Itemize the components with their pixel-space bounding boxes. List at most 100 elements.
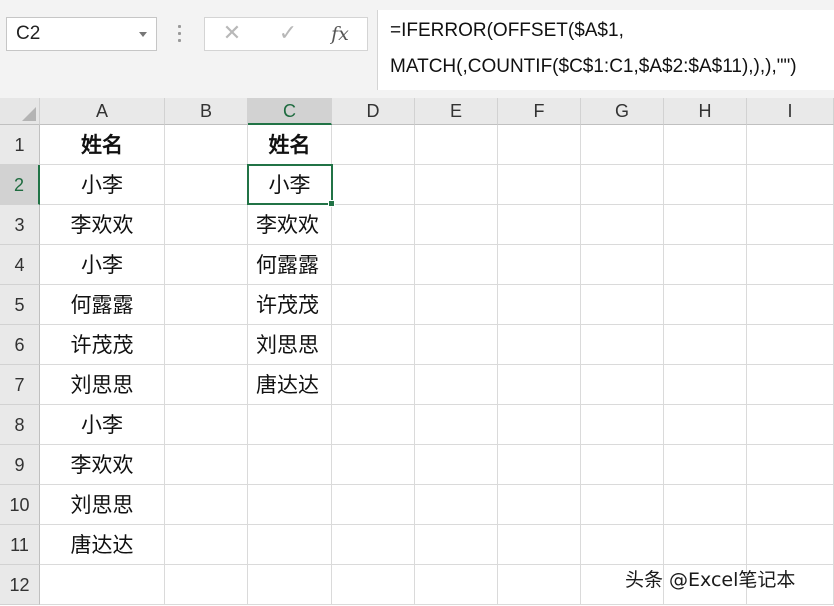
- cell-h11[interactable]: [664, 525, 747, 565]
- cell-c3[interactable]: 李欢欢: [248, 205, 332, 245]
- cell-i3[interactable]: [747, 205, 834, 245]
- cell-d4[interactable]: [332, 245, 415, 285]
- row-header-3[interactable]: 3: [0, 205, 40, 245]
- column-header-c[interactable]: C: [248, 98, 332, 125]
- cell-h8[interactable]: [664, 405, 747, 445]
- cell-a4[interactable]: 小李: [40, 245, 165, 285]
- cell-e11[interactable]: [415, 525, 498, 565]
- cell-e12[interactable]: [415, 565, 498, 605]
- cell-a6[interactable]: 许茂茂: [40, 325, 165, 365]
- column-header-a[interactable]: A: [40, 98, 165, 125]
- row-header-12[interactable]: 12: [0, 565, 40, 605]
- cell-g7[interactable]: [581, 365, 664, 405]
- cell-h7[interactable]: [664, 365, 747, 405]
- formula-input[interactable]: =IFERROR(OFFSET($A$1, MATCH(,COUNTIF($C$1…: [377, 10, 834, 90]
- cell-b3[interactable]: [165, 205, 248, 245]
- drag-handle-icon[interactable]: [178, 25, 182, 43]
- cell-h3[interactable]: [664, 205, 747, 245]
- cell-c11[interactable]: [248, 525, 332, 565]
- cell-b10[interactable]: [165, 485, 248, 525]
- cell-i9[interactable]: [747, 445, 834, 485]
- cell-a11[interactable]: 唐达达: [40, 525, 165, 565]
- cell-d6[interactable]: [332, 325, 415, 365]
- cell-b1[interactable]: [165, 125, 248, 165]
- cell-d5[interactable]: [332, 285, 415, 325]
- row-header-5[interactable]: 5: [0, 285, 40, 325]
- cell-i7[interactable]: [747, 365, 834, 405]
- column-header-e[interactable]: E: [415, 98, 498, 125]
- cell-g5[interactable]: [581, 285, 664, 325]
- column-header-d[interactable]: D: [332, 98, 415, 125]
- enter-icon[interactable]: ✓: [275, 18, 301, 50]
- row-header-9[interactable]: 9: [0, 445, 40, 485]
- cell-c1[interactable]: 姓名: [248, 125, 332, 165]
- cell-a12[interactable]: [40, 565, 165, 605]
- cell-c12[interactable]: [248, 565, 332, 605]
- cell-a1[interactable]: 姓名: [40, 125, 165, 165]
- cell-c5[interactable]: 许茂茂: [248, 285, 332, 325]
- cell-h1[interactable]: [664, 125, 747, 165]
- cell-g8[interactable]: [581, 405, 664, 445]
- cell-d3[interactable]: [332, 205, 415, 245]
- cell-i1[interactable]: [747, 125, 834, 165]
- cell-g3[interactable]: [581, 205, 664, 245]
- cell-h9[interactable]: [664, 445, 747, 485]
- cell-b7[interactable]: [165, 365, 248, 405]
- cell-f2[interactable]: [498, 165, 581, 205]
- cell-g1[interactable]: [581, 125, 664, 165]
- cell-a8[interactable]: 小李: [40, 405, 165, 445]
- cell-c8[interactable]: [248, 405, 332, 445]
- cell-i11[interactable]: [747, 525, 834, 565]
- cell-b11[interactable]: [165, 525, 248, 565]
- cell-d10[interactable]: [332, 485, 415, 525]
- row-header-6[interactable]: 6: [0, 325, 40, 365]
- cell-b8[interactable]: [165, 405, 248, 445]
- cell-i2[interactable]: [747, 165, 834, 205]
- cell-c2[interactable]: 小李: [248, 165, 332, 205]
- cell-f12[interactable]: [498, 565, 581, 605]
- cell-e10[interactable]: [415, 485, 498, 525]
- cell-e6[interactable]: [415, 325, 498, 365]
- cell-f6[interactable]: [498, 325, 581, 365]
- cell-c9[interactable]: [248, 445, 332, 485]
- row-header-8[interactable]: 8: [0, 405, 40, 445]
- cell-i4[interactable]: [747, 245, 834, 285]
- cell-d8[interactable]: [332, 405, 415, 445]
- cell-e4[interactable]: [415, 245, 498, 285]
- cell-a2[interactable]: 小李: [40, 165, 165, 205]
- cell-g9[interactable]: [581, 445, 664, 485]
- cell-e2[interactable]: [415, 165, 498, 205]
- cell-i5[interactable]: [747, 285, 834, 325]
- cell-a9[interactable]: 李欢欢: [40, 445, 165, 485]
- row-header-11[interactable]: 11: [0, 525, 40, 565]
- cell-a3[interactable]: 李欢欢: [40, 205, 165, 245]
- cell-e3[interactable]: [415, 205, 498, 245]
- cell-f8[interactable]: [498, 405, 581, 445]
- cell-d9[interactable]: [332, 445, 415, 485]
- cell-g11[interactable]: [581, 525, 664, 565]
- column-header-h[interactable]: H: [664, 98, 747, 125]
- cell-a5[interactable]: 何露露: [40, 285, 165, 325]
- cell-f5[interactable]: [498, 285, 581, 325]
- cell-d11[interactable]: [332, 525, 415, 565]
- cell-a7[interactable]: 刘思思: [40, 365, 165, 405]
- cancel-icon[interactable]: ✕: [219, 18, 245, 50]
- cell-b12[interactable]: [165, 565, 248, 605]
- row-header-1[interactable]: 1: [0, 125, 40, 165]
- row-header-2[interactable]: 2: [0, 165, 40, 205]
- cell-e1[interactable]: [415, 125, 498, 165]
- cell-h10[interactable]: [664, 485, 747, 525]
- cell-c6[interactable]: 刘思思: [248, 325, 332, 365]
- insert-function-icon[interactable]: fx: [325, 18, 355, 50]
- cell-g10[interactable]: [581, 485, 664, 525]
- cell-g2[interactable]: [581, 165, 664, 205]
- cell-c7[interactable]: 唐达达: [248, 365, 332, 405]
- cell-c4[interactable]: 何露露: [248, 245, 332, 285]
- cell-d7[interactable]: [332, 365, 415, 405]
- cell-b6[interactable]: [165, 325, 248, 365]
- cell-b9[interactable]: [165, 445, 248, 485]
- column-header-g[interactable]: G: [581, 98, 664, 125]
- cell-c10[interactable]: [248, 485, 332, 525]
- cell-f3[interactable]: [498, 205, 581, 245]
- cell-d2[interactable]: [332, 165, 415, 205]
